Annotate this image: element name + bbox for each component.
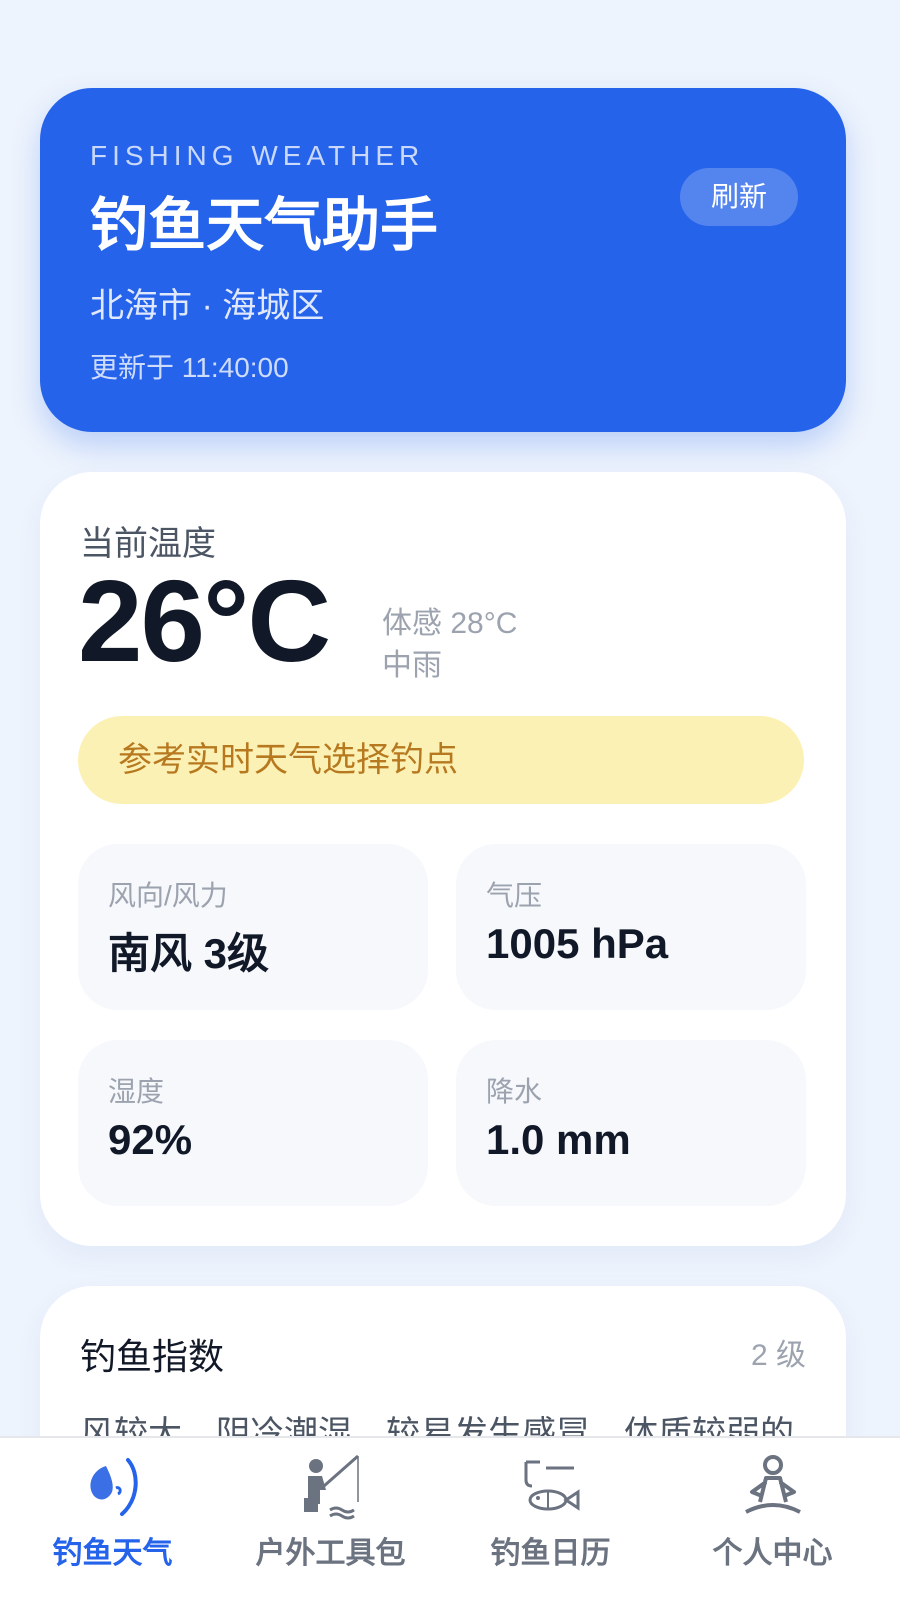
metric-label: 气压 <box>486 880 543 911</box>
fishing-index-title: 钓鱼指数 <box>80 1336 225 1377</box>
metric-label: 风向/风力 <box>108 880 228 911</box>
fisherman-icon <box>303 1454 359 1520</box>
tab-label: 钓鱼天气 <box>52 1537 173 1570</box>
tab-label: 户外工具包 <box>255 1537 406 1570</box>
current-temperature: 26°C <box>78 556 331 686</box>
metric-wind: 风向/风力 南风 3级 <box>78 844 428 1010</box>
metric-humidity: 湿度 92% <box>78 1040 428 1206</box>
fishing-tip-banner: 参考实时天气选择钓点 <box>78 716 804 804</box>
current-weather-card: 当前温度 26°C 体感 28°C 中雨 参考实时天气选择钓点 风向/风力 南风… <box>40 472 846 1246</box>
app-title: 钓鱼天气助手 <box>90 193 439 258</box>
tab-profile[interactable]: 个人中心 <box>660 1438 885 1600</box>
updated-time: 更新于 11:40:00 <box>90 352 289 383</box>
meditation-person-icon <box>744 1455 801 1514</box>
header-card: FISHING WEATHER 钓鱼天气助手 北海市 · 海城区 更新于 11:… <box>40 88 846 432</box>
tab-fishing-weather[interactable]: 钓鱼天气 <box>0 1438 225 1600</box>
tab-fishing-calendar[interactable]: 钓鱼日历 <box>438 1438 663 1600</box>
metric-value: 1005 hPa <box>486 920 669 967</box>
weather-condition: 中雨 <box>382 649 442 682</box>
metric-label: 湿度 <box>108 1076 165 1107</box>
app-screen: FISHING WEATHER 钓鱼天气助手 北海市 · 海城区 更新于 11:… <box>0 0 900 1600</box>
bottom-tab-bar: 钓鱼天气 户外工具包 钓鱼日历 个人中心 <box>0 1436 900 1600</box>
fishing-weather-icon <box>89 1458 138 1516</box>
metric-pressure: 气压 1005 hPa <box>456 844 806 1010</box>
metric-precipitation: 降水 1.0 mm <box>456 1040 806 1206</box>
tab-outdoor-toolkit[interactable]: 户外工具包 <box>218 1438 443 1600</box>
location-text: 北海市 · 海城区 <box>90 287 325 325</box>
header-eyebrow: FISHING WEATHER <box>90 140 425 171</box>
tab-label: 钓鱼日历 <box>490 1537 611 1570</box>
metric-value: 92% <box>108 1116 193 1163</box>
refresh-button[interactable]: 刷新 <box>680 168 798 226</box>
metric-value: 南风 3级 <box>108 930 270 977</box>
feels-like: 体感 28°C <box>382 607 518 640</box>
tab-label: 个人中心 <box>712 1537 833 1570</box>
fishing-index-level: 2 级 <box>750 1339 806 1372</box>
fish-calendar-icon <box>524 1460 579 1511</box>
metric-value: 1.0 mm <box>486 1116 631 1163</box>
metric-label: 降水 <box>486 1076 543 1107</box>
